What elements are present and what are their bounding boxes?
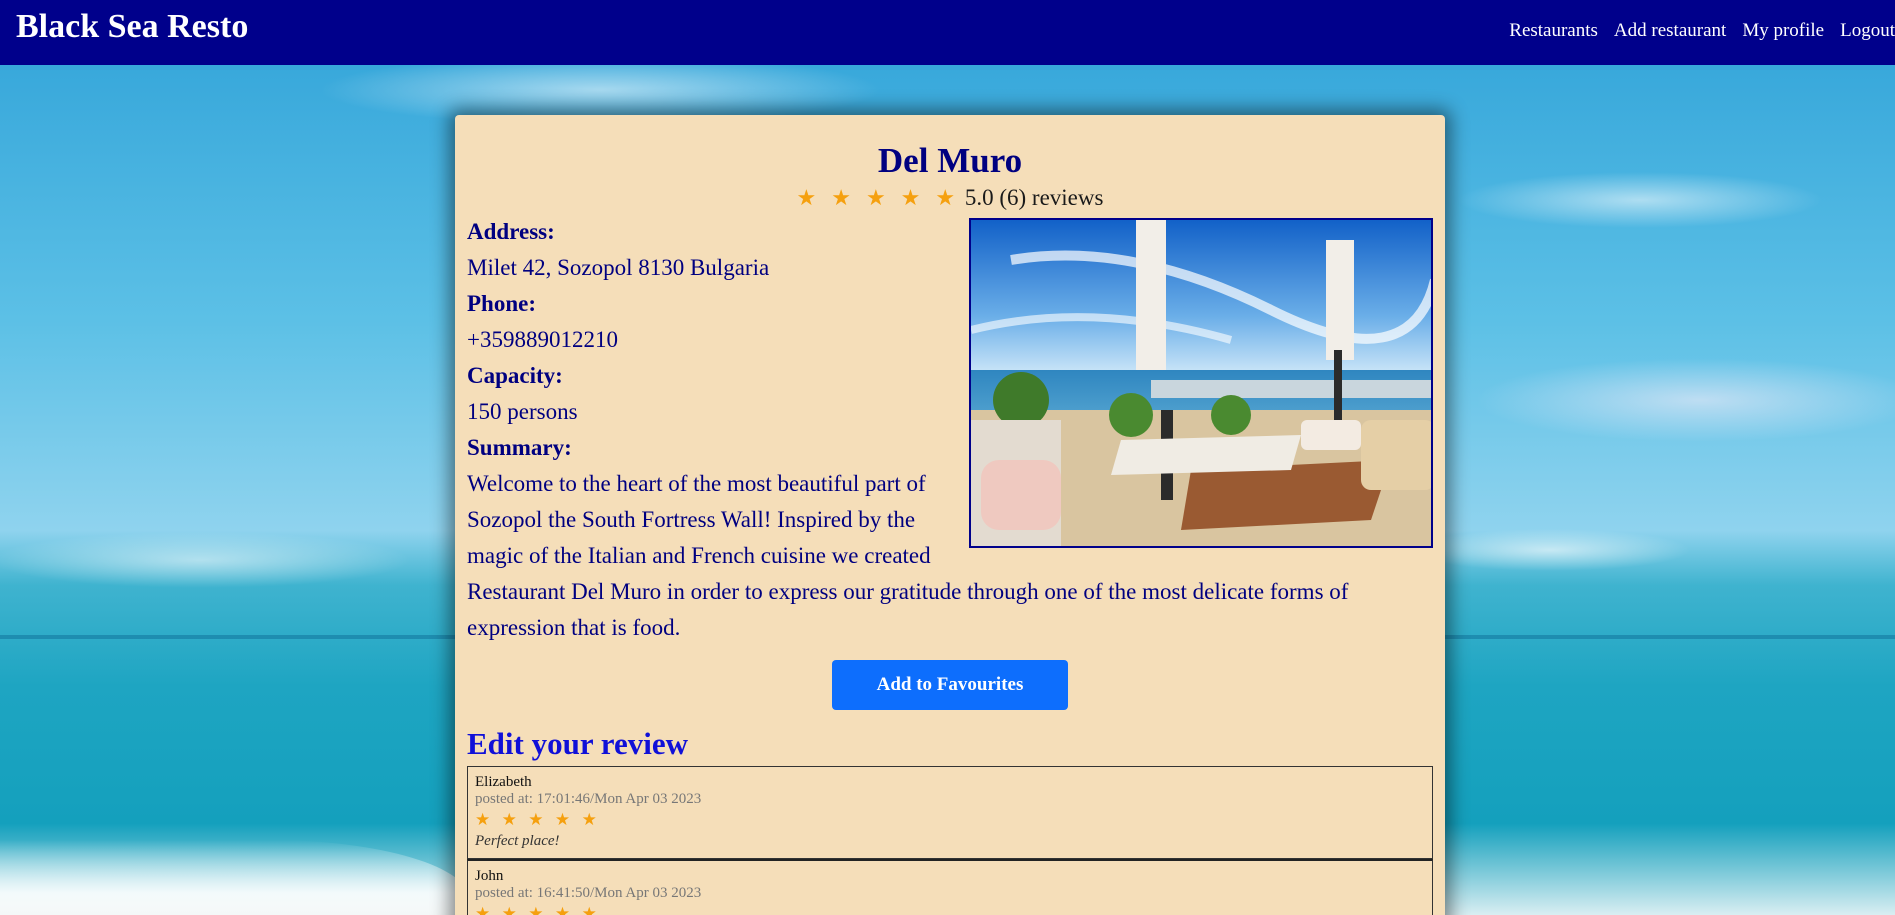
review-item: John posted at: 16:41:50/Mon Apr 03 2023…: [467, 859, 1433, 915]
review-text: Perfect place!: [475, 833, 560, 849]
restaurant-name: Del Muro: [877, 141, 1023, 180]
rating-text: 5.0 (6) reviews: [964, 185, 1104, 210]
edit-review-heading[interactable]: Edit your review: [467, 726, 1433, 762]
nav-link-add-restaurant[interactable]: Add restaurant: [1614, 20, 1726, 42]
nav-link-my-profile[interactable]: My profile: [1742, 20, 1824, 42]
rating-stars-icon: ★ ★ ★ ★ ★: [796, 186, 960, 211]
restaurant-card: Del Muro ★ ★ ★ ★ ★ 5.0 (6) reviews Addre…: [455, 115, 1445, 915]
review-timestamp: posted at: 17:01:46/Mon Apr 03 2023: [475, 791, 702, 807]
navbar: Black Sea Resto Restaurants Add restaura…: [0, 0, 1895, 65]
rating-line: ★ ★ ★ ★ ★ 5.0 (6) reviews: [467, 183, 1433, 214]
review-stars-icon: ★ ★ ★ ★ ★: [475, 810, 600, 830]
review-item: Elizabeth posted at: 17:01:46/Mon Apr 03…: [467, 766, 1433, 859]
nav-link-logout[interactable]: Logout: [1840, 20, 1895, 42]
nav-links: Restaurants Add restaurant My profile Lo…: [1509, 20, 1895, 42]
review-author: Elizabeth: [475, 774, 532, 790]
brand-logo[interactable]: Black Sea Resto: [16, 8, 248, 46]
terrace-image: [971, 220, 1431, 546]
restaurant-photo: [969, 218, 1433, 548]
nav-link-restaurants[interactable]: Restaurants: [1509, 20, 1598, 42]
review-stars-icon: ★ ★ ★ ★ ★: [475, 904, 600, 915]
review-timestamp: posted at: 16:41:50/Mon Apr 03 2023: [475, 885, 702, 901]
add-to-favourites-button[interactable]: Add to Favourites: [832, 660, 1068, 710]
favourite-wrapper: Add to Favourites: [467, 646, 1433, 710]
review-author: John: [475, 868, 504, 884]
